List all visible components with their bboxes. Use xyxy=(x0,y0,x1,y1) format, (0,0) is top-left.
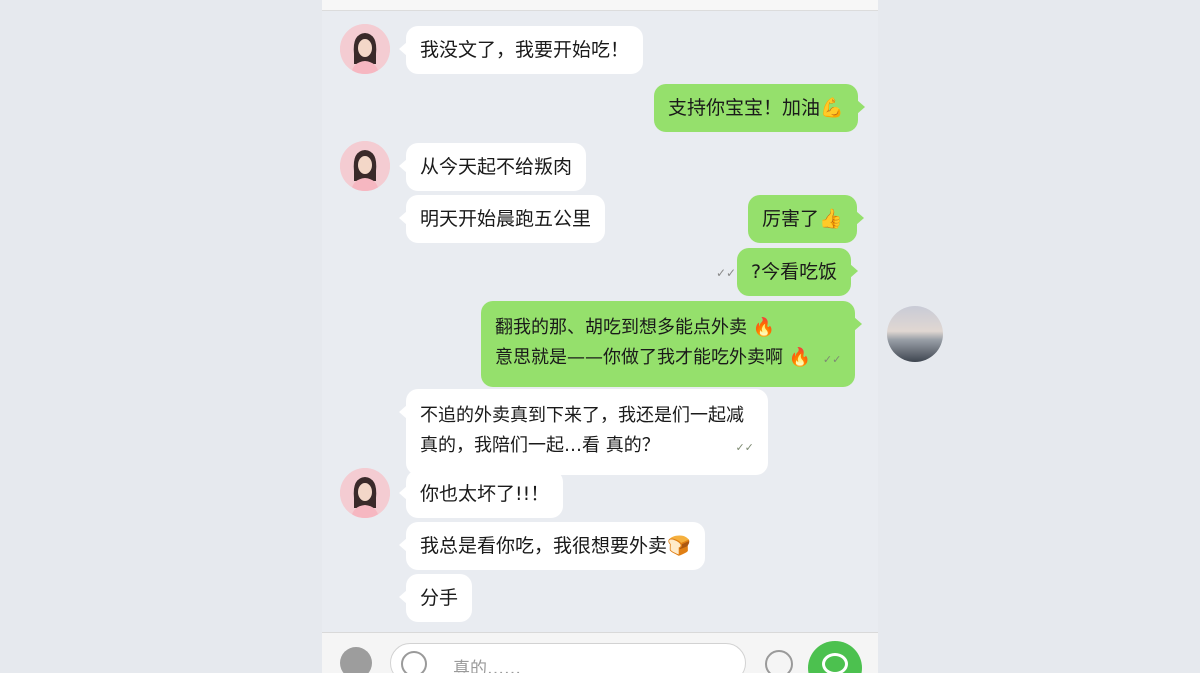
self-avatar[interactable] xyxy=(887,306,943,362)
message-text: 不追的外卖真到下来了，我还是们一起减 xyxy=(420,405,744,426)
message-bubble-received[interactable]: 不追的外卖真到下来了，我还是们一起减 真的，我陪们一起…看 真的？ ✓✓ xyxy=(399,389,768,475)
send-button[interactable] xyxy=(808,641,862,673)
message-text: 翻我的那、胡吃到想多能点外卖 xyxy=(495,317,747,338)
message-bubble-received[interactable]: 分手 xyxy=(398,574,473,622)
message-bubble-received[interactable]: 明天开始晨跑五公里 xyxy=(398,195,606,243)
input-bar: 真的…… xyxy=(322,632,878,673)
message-line: 翻我的那、胡吃到想多能点外卖 🔥 xyxy=(495,313,841,343)
message-bubble-sent[interactable]: 支持你宝宝！加油💪 xyxy=(654,84,865,132)
send-icon xyxy=(822,653,848,673)
message-line: 真的，我陪们一起…看 真的？ ✓✓ xyxy=(420,431,754,463)
message-text: 厉害了 xyxy=(762,208,820,230)
message-bubble-received[interactable]: 我总是看你吃，我很想要外卖🍞 xyxy=(399,522,705,570)
message-bubble-received[interactable]: 你也太坏了!!！ xyxy=(398,470,564,518)
bread-emoji-icon: 🍞 xyxy=(667,535,691,557)
message-bubble-sent[interactable]: 厉害了👍 xyxy=(748,195,864,243)
message-text: 从今天起不给叛肉 xyxy=(420,156,573,178)
clock-icon[interactable] xyxy=(765,650,793,673)
message-bubble-received[interactable]: 我没文了，我要开始吃！ xyxy=(398,26,644,74)
message-text: 分手 xyxy=(420,587,459,609)
message-input-text: 真的…… xyxy=(453,659,521,673)
message-text: 支持你宝宝！加油 xyxy=(668,97,821,119)
message-line: 意思就是——你做了我才能吃外卖啊 🔥 ✓✓ xyxy=(495,343,841,375)
contact-avatar[interactable] xyxy=(340,24,390,74)
message-line: 不追的外卖真到下来了，我还是们一起减 xyxy=(420,401,754,431)
emoji-icon[interactable] xyxy=(401,651,427,673)
chat-header-edge xyxy=(322,0,878,11)
message-bubble-sent[interactable]: 翻我的那、胡吃到想多能点外卖 🔥 意思就是——你做了我才能吃外卖啊 🔥 ✓✓ xyxy=(481,301,863,387)
contact-avatar[interactable] xyxy=(340,468,390,518)
muscle-emoji-icon: 💪 xyxy=(820,97,844,119)
thumbs-up-emoji-icon: 👍 xyxy=(819,208,843,230)
message-text: 你也太坏了!!！ xyxy=(420,483,550,505)
message-bubble-received[interactable]: 从今天起不给叛肉 xyxy=(398,143,587,191)
contact-avatar[interactable] xyxy=(340,141,390,191)
read-receipt: ✓✓ xyxy=(822,353,842,366)
message-text: 明天开始晨跑五公里 xyxy=(420,208,592,230)
message-text: 真的，我陪们一起…看 真的？ xyxy=(420,435,660,456)
read-receipt: ✓✓ xyxy=(716,266,737,280)
fire-emoji-icon: 🔥 xyxy=(788,347,812,368)
read-receipt: ✓✓ xyxy=(735,441,754,454)
girl-avatar-icon xyxy=(340,141,390,191)
message-input[interactable]: 真的…… xyxy=(390,643,746,673)
message-bubble-sent[interactable]: ?今看吃饭 xyxy=(737,248,859,296)
message-text: 我没文了，我要开始吃！ xyxy=(420,39,630,61)
message-text: 我总是看你吃，我很想要外卖 xyxy=(420,535,668,557)
girl-avatar-icon xyxy=(340,24,390,74)
voice-icon[interactable] xyxy=(340,647,372,673)
message-text: ?今看吃饭 xyxy=(751,261,838,283)
fire-emoji-icon: 🔥 xyxy=(752,317,776,338)
message-text: 意思就是——你做了我才能吃外卖啊 xyxy=(495,347,783,368)
girl-avatar-icon xyxy=(340,468,390,518)
